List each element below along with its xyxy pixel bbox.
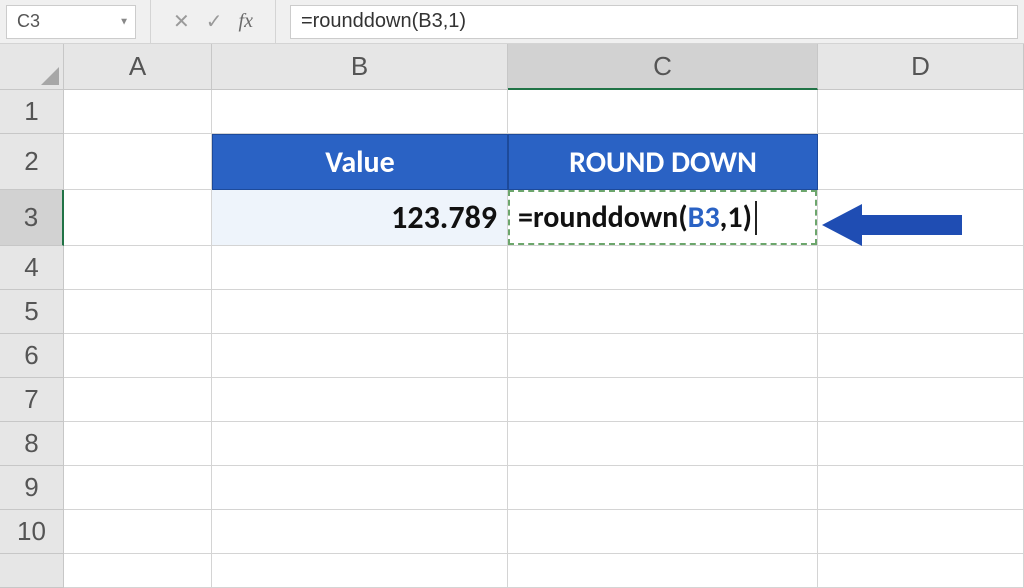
cell-D2[interactable] — [818, 134, 1024, 190]
col-header-D[interactable]: D — [818, 44, 1024, 90]
cell-A11[interactable] — [64, 554, 212, 588]
column-headers: A B C D — [0, 44, 1024, 90]
fx-icon[interactable]: fx — [231, 10, 261, 33]
cell-C11[interactable] — [508, 554, 818, 588]
row-5: 5 — [0, 290, 1024, 334]
separator — [275, 0, 276, 43]
rows: 1 2 Value ROUND DOWN 3 123.789 =rounddow… — [0, 90, 1024, 588]
formula-input[interactable]: =rounddown(B3,1) — [290, 5, 1018, 39]
cell-C7[interactable] — [508, 378, 818, 422]
cell-A4[interactable] — [64, 246, 212, 290]
name-box-value: C3 — [17, 11, 40, 32]
cell-D5[interactable] — [818, 290, 1024, 334]
cancel-edit-button[interactable]: ✕ — [165, 9, 198, 34]
cell-B6[interactable] — [212, 334, 508, 378]
accept-edit-button[interactable]: ✓ — [198, 9, 231, 34]
formula-prefix: =rounddown( — [518, 199, 688, 236]
cell-D11[interactable] — [818, 554, 1024, 588]
cell-A2[interactable] — [64, 134, 212, 190]
cell-A6[interactable] — [64, 334, 212, 378]
row-header-11[interactable] — [0, 554, 64, 588]
col-header-C[interactable]: C — [508, 44, 818, 90]
row-6: 6 — [0, 334, 1024, 378]
row-header-1[interactable]: 1 — [0, 90, 64, 134]
separator — [150, 0, 151, 43]
cell-C8[interactable] — [508, 422, 818, 466]
cell-D7[interactable] — [818, 378, 1024, 422]
cell-D8[interactable] — [818, 422, 1024, 466]
formula-suffix: ,1) — [720, 199, 752, 236]
row-11 — [0, 554, 1024, 588]
spreadsheet-grid: A B C D 1 2 Value ROUND DOWN 3 123.789 =… — [0, 44, 1024, 576]
cell-C10[interactable] — [508, 510, 818, 554]
cell-A1[interactable] — [64, 90, 212, 134]
cell-B11[interactable] — [212, 554, 508, 588]
cell-C3-editing[interactable]: =rounddown(B3,1) — [508, 190, 818, 246]
row-3: 3 123.789 =rounddown(B3,1) — [0, 190, 1024, 246]
cell-A8[interactable] — [64, 422, 212, 466]
select-all-corner[interactable] — [0, 44, 64, 90]
cell-A5[interactable] — [64, 290, 212, 334]
cell-B1[interactable] — [212, 90, 508, 134]
cell-C4[interactable] — [508, 246, 818, 290]
cell-B9[interactable] — [212, 466, 508, 510]
cell-D4[interactable] — [818, 246, 1024, 290]
dropdown-icon[interactable]: ▼ — [119, 16, 129, 27]
cell-A3[interactable] — [64, 190, 212, 246]
cell-B8[interactable] — [212, 422, 508, 466]
cell-D9[interactable] — [818, 466, 1024, 510]
cell-D1[interactable] — [818, 90, 1024, 134]
row-8: 8 — [0, 422, 1024, 466]
formula-cell-ref: B3 — [688, 199, 720, 236]
row-9: 9 — [0, 466, 1024, 510]
row-header-2[interactable]: 2 — [0, 134, 64, 190]
col-header-A[interactable]: A — [64, 44, 212, 90]
cell-D3[interactable] — [818, 190, 1024, 246]
cell-C6[interactable] — [508, 334, 818, 378]
row-header-8[interactable]: 8 — [0, 422, 64, 466]
cell-A7[interactable] — [64, 378, 212, 422]
cell-C1[interactable] — [508, 90, 818, 134]
row-4: 4 — [0, 246, 1024, 290]
row-header-4[interactable]: 4 — [0, 246, 64, 290]
cell-A9[interactable] — [64, 466, 212, 510]
cell-B3[interactable]: 123.789 — [212, 190, 508, 246]
row-header-3[interactable]: 3 — [0, 190, 64, 246]
cell-D10[interactable] — [818, 510, 1024, 554]
row-2: 2 Value ROUND DOWN — [0, 134, 1024, 190]
cell-B5[interactable] — [212, 290, 508, 334]
cell-C9[interactable] — [508, 466, 818, 510]
cell-B10[interactable] — [212, 510, 508, 554]
cell-D6[interactable] — [818, 334, 1024, 378]
text-caret-icon — [755, 201, 757, 235]
row-header-10[interactable]: 10 — [0, 510, 64, 554]
formula-bar: C3 ▼ ✕ ✓ fx =rounddown(B3,1) — [0, 0, 1024, 44]
row-header-6[interactable]: 6 — [0, 334, 64, 378]
row-1: 1 — [0, 90, 1024, 134]
name-box[interactable]: C3 ▼ — [6, 5, 136, 39]
row-header-9[interactable]: 9 — [0, 466, 64, 510]
cell-B2-header[interactable]: Value — [212, 134, 508, 190]
cell-A10[interactable] — [64, 510, 212, 554]
col-header-B[interactable]: B — [212, 44, 508, 90]
cell-B4[interactable] — [212, 246, 508, 290]
row-header-5[interactable]: 5 — [0, 290, 64, 334]
row-header-7[interactable]: 7 — [0, 378, 64, 422]
row-10: 10 — [0, 510, 1024, 554]
cell-B7[interactable] — [212, 378, 508, 422]
row-7: 7 — [0, 378, 1024, 422]
cell-C2-header[interactable]: ROUND DOWN — [508, 134, 818, 190]
cell-C5[interactable] — [508, 290, 818, 334]
